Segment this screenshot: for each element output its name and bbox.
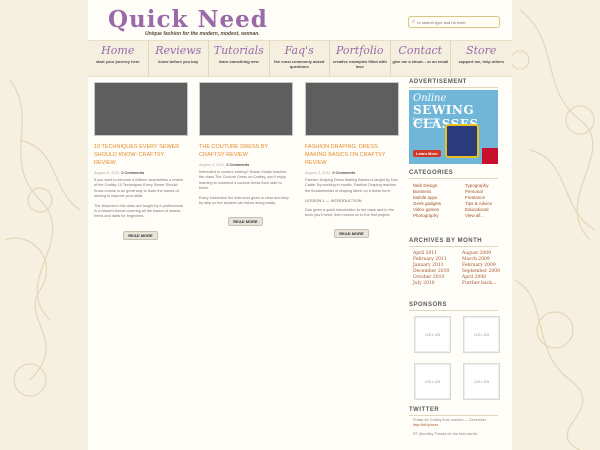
categories-list: Web Design Typography Business Personal …: [413, 183, 501, 219]
tweet: Praise for Craftsy from readers — Decemb…: [413, 418, 503, 428]
sponsors-heading: Sponsors: [409, 302, 448, 308]
archive-link[interactable]: Further back...: [462, 281, 503, 287]
sponsor-ad-slot[interactable]: 125 x 125: [463, 316, 500, 353]
site-tagline: Unique fashion for the modern, modest, w…: [145, 31, 260, 37]
post-title-link[interactable]: 10 Techniques Every Sewer Should Know: C…: [94, 143, 187, 167]
post-paragraph: Interested in couture sewing? Susan Khal…: [199, 170, 287, 191]
post-paragraph: The lessons in this class are taught by …: [94, 203, 184, 219]
nav-subtitle: the most commonly asked questions: [274, 59, 325, 69]
nav-subtitle: start your journey here: [95, 59, 140, 64]
post-date: August 3, 2011: [305, 171, 331, 175]
floral-swirl-left: [4, 79, 81, 397]
ad-corner-logo: [482, 148, 498, 164]
nav-item-faqs[interactable]: Faq's the most commonly asked questions: [270, 41, 330, 76]
post-paragraph: If you want to become a fulltime seamstr…: [94, 178, 184, 199]
nav-subtitle: learn something new: [218, 59, 259, 64]
ad-learn-more-button[interactable]: Learn More: [413, 150, 441, 157]
sponsor-ad-slot[interactable]: 125 x 125: [414, 316, 451, 353]
twitter-feed: Praise for Craftsy from readers — Decemb…: [413, 418, 503, 437]
nav-title: Contact: [398, 44, 443, 57]
divider: [409, 87, 498, 88]
post-comments-link[interactable]: 0 Comments: [226, 163, 249, 167]
nav-title: Reviews: [155, 44, 202, 57]
archives-list: April 2011 August 2009 February 2011 Mar…: [413, 251, 503, 287]
nav-title: Faq's: [284, 44, 314, 57]
tweet-text: Praise for Craftsy from readers — Decemb…: [413, 418, 487, 422]
divider: [409, 178, 498, 179]
category-link[interactable]: View all...: [465, 213, 501, 219]
search-box[interactable]: ⌕: [408, 16, 500, 28]
sponsor-ad-slot[interactable]: 125 x 125: [463, 363, 500, 400]
post-paragraph: Dan gives a quick introduction to the cl…: [305, 207, 394, 218]
post-paragraph: Every instruction the instructor gives i…: [199, 195, 289, 206]
sewing-classes-ad-banner[interactable]: Online SEWING CLASSES Expert Instruction…: [409, 90, 498, 164]
search-input[interactable]: [415, 19, 495, 25]
post-subheading: Lesson 1 — Introduction: [305, 198, 362, 204]
post-date: August 4, 2011: [199, 163, 225, 167]
nav-item-portfolio[interactable]: Portfolio creative examples filled with …: [330, 41, 391, 76]
archive-link[interactable]: July 2010: [413, 281, 462, 287]
post-comments-link[interactable]: 0 Comments: [121, 171, 144, 175]
main-navigation: Home start your journey here Reviews kno…: [88, 40, 512, 77]
post-meta: August 5, 2011, 0 Comments: [94, 171, 145, 175]
category-link[interactable]: Photography: [413, 213, 465, 219]
divider: [409, 415, 498, 416]
post-excerpt: If you want to become a fulltime seamstr…: [94, 178, 187, 220]
post-thumbnail[interactable]: [199, 82, 293, 136]
twitter-heading: Twitter: [409, 407, 440, 413]
nav-subtitle: give me a shout... or an email: [392, 59, 449, 64]
post-meta: August 3, 2011, 0 Comments: [305, 171, 356, 175]
nav-title: Store: [466, 44, 497, 57]
advertisement-heading: Advertisement: [409, 79, 467, 85]
floral-swirl-right: [510, 9, 596, 450]
nav-item-reviews[interactable]: Reviews know before you buy: [149, 41, 209, 76]
divider: [409, 310, 498, 311]
site-logo[interactable]: Quick Need: [108, 6, 268, 33]
post-date: August 5, 2011: [94, 171, 120, 175]
read-more-button[interactable]: READ MORE: [123, 230, 158, 240]
sponsor-ad-slot[interactable]: 125 x 125: [414, 363, 451, 400]
divider: [409, 246, 498, 247]
sewing-bag-image: [445, 124, 479, 158]
tweet: RT @craftsy Thanks for the kind words!: [413, 432, 478, 436]
nav-item-contact[interactable]: Contact give me a shout... or an email: [391, 41, 451, 76]
nav-subtitle: support me, help others: [458, 59, 505, 64]
post-thumbnail[interactable]: [94, 82, 188, 136]
post-title-link[interactable]: The Couture Dress By Craftsy Review: [199, 143, 292, 159]
nav-item-home[interactable]: Home start your journey here: [88, 41, 149, 76]
post-title-link[interactable]: Fashion Draping: Dress Making Basics on …: [305, 143, 398, 167]
tweet-link[interactable]: http://bit.ly/xxxx: [413, 423, 438, 427]
post-excerpt: Fashion Draping Dress Making Basics is t…: [305, 178, 398, 218]
read-more-button[interactable]: READ MORE: [334, 229, 369, 239]
post-thumbnail[interactable]: [305, 82, 399, 136]
nav-title: Portfolio: [335, 44, 384, 57]
archives-heading: Archives by Month: [409, 238, 483, 244]
nav-title: Home: [101, 44, 135, 57]
nav-item-store[interactable]: Store support me, help others: [451, 41, 512, 76]
nav-title: Tutorials: [213, 44, 264, 57]
post-card: 10 Techniques Every Sewer Should Know: C…: [94, 82, 188, 242]
post-meta: August 4, 2011, 0 Comments: [199, 163, 250, 167]
post-comments-link[interactable]: 0 Comments: [332, 171, 355, 175]
read-more-button[interactable]: READ MORE: [228, 217, 263, 227]
post-card: The Couture Dress By Craftsy Review Augu…: [199, 82, 293, 228]
post-card: Fashion Draping: Dress Making Basics on …: [305, 82, 399, 240]
nav-item-tutorials[interactable]: Tutorials learn something new: [209, 41, 270, 76]
categories-heading: Categories: [409, 170, 454, 176]
post-paragraph: Fashion Draping Dress Making Basics is t…: [305, 178, 398, 193]
nav-subtitle: know before you buy: [158, 59, 199, 64]
post-excerpt: Interested in couture sewing? Susan Khal…: [199, 170, 292, 206]
nav-subtitle: creative examples filled with love: [332, 59, 387, 69]
